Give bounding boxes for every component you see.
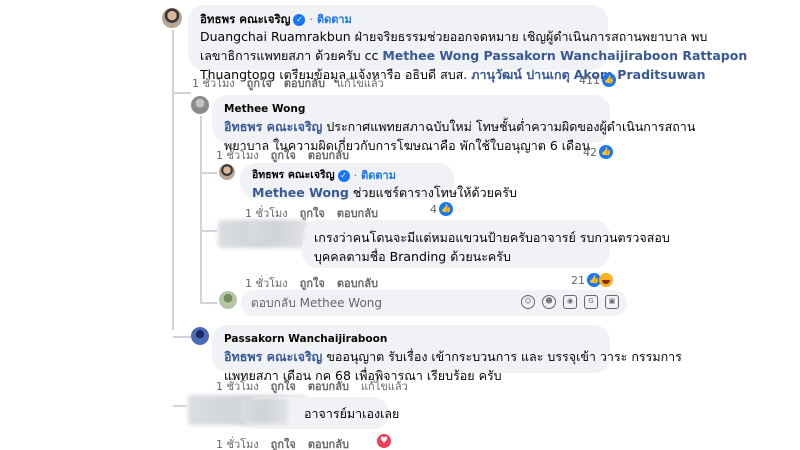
- thread-line: [201, 230, 217, 232]
- reaction-count[interactable]: 411 👍: [579, 73, 616, 87]
- comment-author[interactable]: Passakorn Wanchaijiraboon: [224, 332, 387, 347]
- like-button[interactable]: ถูกใจ: [271, 377, 296, 395]
- camera-icon[interactable]: ◉: [563, 295, 577, 309]
- comment-time[interactable]: 1 ชั่วโมง: [216, 435, 259, 450]
- thread-line: [200, 116, 202, 304]
- comment-time[interactable]: 1 ชั่วโมง: [216, 377, 259, 395]
- sticker-sheet-icon[interactable]: ▣: [605, 295, 619, 309]
- blurred-author-name: [240, 398, 288, 424]
- like-button[interactable]: ถูกใจ: [271, 435, 296, 450]
- thread-line: [201, 302, 217, 304]
- reply-button[interactable]: ตอบกลับ: [284, 74, 325, 92]
- mention-link[interactable]: ภานุวัฒน์ ปานเกตุ: [471, 67, 569, 82]
- reply-input[interactable]: ตอบกลับ Methee Wong ☺ ☻ ◉ G ▣: [241, 290, 627, 316]
- reply-placeholder: ตอบกลับ Methee Wong: [251, 295, 383, 310]
- thread-line: [173, 405, 187, 407]
- comment-text-line: ขออนุญาต รับเรื่อง เข้ากระบวนการ และ บรร…: [326, 349, 682, 364]
- comment-text-line: เลขาธิการแพทยสภา ด้วยครับ cc: [200, 48, 379, 63]
- gif-icon[interactable]: G: [584, 295, 598, 309]
- reply-button[interactable]: ตอบกลับ: [308, 146, 349, 164]
- comment-author[interactable]: อิทธพร คณะเจริญ: [252, 168, 335, 183]
- follow-link[interactable]: ติดตาม: [317, 12, 352, 27]
- like-button[interactable]: ถูกใจ: [247, 74, 272, 92]
- avatar-passakorn[interactable]: [191, 327, 209, 345]
- thumbs-up-icon: 👍: [439, 202, 453, 216]
- thread-line: [173, 92, 191, 94]
- thread-line: [201, 172, 217, 174]
- comment-time[interactable]: 1 ชั่วโมง: [192, 74, 235, 92]
- mention-link[interactable]: Methee Wong Passakorn Wanchaijiraboon Ra…: [382, 48, 747, 63]
- comment-text-line: ช่วยแชร์ตารางโทษให้ด้วยครับ: [352, 185, 517, 200]
- thread-line: [172, 30, 174, 330]
- comment-time[interactable]: 1 ชั่วโมง: [216, 146, 259, 164]
- comment-actions: 1 ชั่วโมง ถูกใจ ตอบกลับ: [216, 435, 349, 450]
- reaction-count[interactable]: 42 👍: [583, 145, 613, 159]
- thread-line: [173, 336, 191, 338]
- haha-icon: [599, 273, 613, 287]
- comment-author[interactable]: อิทธพร คณะเจริญ: [200, 12, 290, 27]
- comment-actions: 1 ชั่วโมง ถูกใจ ตอบกลับ: [216, 146, 349, 164]
- verified-badge-icon: ✓: [337, 169, 350, 182]
- follow-link[interactable]: ติดตาม: [361, 168, 396, 183]
- reply-button[interactable]: ตอบกลับ: [308, 435, 349, 450]
- reaction-count[interactable]: 21 👍: [571, 273, 613, 287]
- comment-actions: 1 ชั่วโมง ถูกใจ ตอบกลับ แก้ไขแล้ว: [192, 74, 384, 92]
- avatar-commenter-1[interactable]: [219, 164, 235, 180]
- comment-bubble-3: อิทธพร คณะเจริญ ✓ · ติดตาม Methee Wong ช…: [240, 163, 517, 200]
- emoji-icon[interactable]: ☻: [542, 295, 556, 309]
- mention-link[interactable]: อิทธพร คณะเจริญ: [224, 349, 322, 364]
- mention-link[interactable]: Methee Wong: [252, 185, 349, 200]
- verified-badge-icon: ✓: [293, 13, 306, 26]
- reaction-love[interactable]: ♥: [377, 434, 391, 448]
- edited-label: แก้ไขแล้ว: [360, 380, 408, 393]
- comment-text-line: ประกาศแพทยสภาฉบับใหม่ โทษชั้นต่ำความผิดข…: [326, 119, 696, 134]
- edited-label: แก้ไขแล้ว: [336, 77, 384, 90]
- reply-button[interactable]: ตอบกลับ: [308, 377, 349, 395]
- comment-bubble-5: Passakorn Wanchaijiraboon อิทธพร คณะเจริ…: [212, 325, 682, 383]
- avatar-commenter-1[interactable]: [162, 8, 182, 28]
- blurred-author-name: [248, 222, 304, 242]
- comment-bubble-1: อิทธพร คณะเจริญ ✓ · ติดตาม Duangchai Rua…: [188, 5, 747, 82]
- comment-text-line: Duangchai Ruamrakbun ฝ่ายจริยธรรมช่วยออก…: [200, 29, 708, 44]
- thumbs-up-icon: 👍: [602, 73, 616, 87]
- comment-author[interactable]: Methee Wong: [224, 102, 305, 117]
- heart-icon: ♥: [377, 434, 391, 448]
- reaction-count[interactable]: 4 👍: [430, 202, 453, 216]
- avatar-methee[interactable]: [191, 96, 209, 114]
- thumbs-up-icon: 👍: [599, 145, 613, 159]
- like-button[interactable]: ถูกใจ: [271, 146, 296, 164]
- comment-bubble-4: เกรงว่าคนโดนจะมีแต่หมอแขวนป้ายครับอาจารย…: [302, 220, 670, 268]
- comment-text-line: บุคคลตามชื่อ Branding ด้วยนะครับ: [314, 249, 511, 264]
- comment-text-line: เกรงว่าคนโดนจะมีแต่หมอแขวนป้ายครับอาจารย…: [314, 230, 670, 245]
- sticker-icon[interactable]: ☺: [521, 295, 535, 309]
- user-avatar[interactable]: [219, 291, 237, 309]
- comment-actions: 1 ชั่วโมง ถูกใจ ตอบกลับ แก้ไขแล้ว: [216, 377, 408, 395]
- mention-link[interactable]: อิทธพร คณะเจริญ: [224, 119, 322, 134]
- comment-bubble-2: Methee Wong อิทธพร คณะเจริญ ประกาศแพทยสภ…: [212, 95, 695, 153]
